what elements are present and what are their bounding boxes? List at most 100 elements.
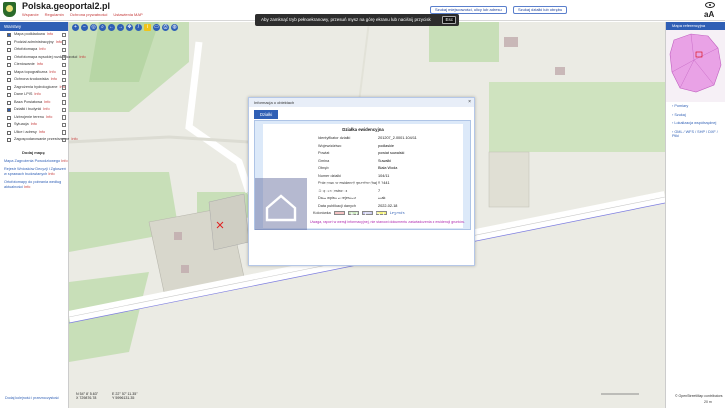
layer-item[interactable]: Mapa podkładowa Info [0, 31, 68, 39]
document-icon[interactable] [62, 92, 66, 97]
layer-checkbox[interactable] [7, 48, 11, 52]
layer-item[interactable]: Zagospodarowanie przestrzenne Info [0, 136, 78, 144]
dialog-title[interactable]: Informacja o obiektach [249, 98, 474, 107]
layer-checkbox[interactable] [7, 93, 11, 97]
info-icon[interactable]: i [144, 24, 151, 31]
pan-icon[interactable]: ✥ [126, 24, 133, 31]
layer-label[interactable]: Uzbrojenie terenu [14, 115, 44, 119]
link-regulamin[interactable]: Regulamin [45, 12, 64, 17]
document-icon[interactable] [62, 107, 66, 112]
layer-label[interactable]: Ortofotomapa wysokiej rozdzielczości [14, 55, 77, 59]
panel-item-label[interactable]: GML / WFS / SHP / DXF / Pliki [672, 130, 718, 139]
print-icon[interactable]: ⎙ [162, 24, 169, 31]
zoom-in-icon[interactable]: + [72, 24, 79, 31]
search-link[interactable]: › Szukaj [666, 111, 725, 120]
layer-checkbox[interactable] [7, 100, 11, 105]
layer-label[interactable]: Dane LPIS [14, 92, 32, 96]
back-icon[interactable]: ← [108, 24, 115, 31]
info-tag[interactable]: Info [39, 47, 45, 51]
document-icon[interactable] [62, 122, 66, 127]
document-icon[interactable] [62, 137, 66, 142]
document-icon[interactable] [62, 47, 66, 52]
document-icon[interactable] [62, 55, 66, 60]
extra-link-label[interactable]: Ortofotomapy do pobrania według aktualno… [4, 180, 61, 189]
extra-link-flood[interactable]: Mapa Zagrożenia Powodziowego Info [0, 159, 68, 164]
layer-label[interactable]: Mapa topograficzna [14, 70, 47, 74]
info-tag[interactable]: Info [39, 130, 45, 134]
info-tag[interactable]: Info [71, 137, 77, 141]
zoom-out-icon[interactable]: − [81, 24, 88, 31]
link-wsparcie[interactable]: Wsparcie [22, 12, 39, 17]
layer-checkbox[interactable] [7, 70, 11, 75]
reference-map-heading[interactable]: Mapa referencyjna [666, 22, 725, 30]
layer-checkbox[interactable] [7, 108, 11, 112]
layer-checkbox[interactable] [7, 33, 11, 37]
layer-item[interactable]: Cieniowanie Info [0, 61, 68, 69]
layer-item[interactable]: Podział administracyjny Info [0, 39, 68, 47]
layers-heading[interactable]: Warstwy [0, 22, 68, 31]
info-tag[interactable]: Info [46, 115, 52, 119]
layer-checkbox[interactable] [7, 85, 11, 90]
close-icon[interactable]: × [468, 99, 471, 105]
layer-label[interactable]: Sytuacja [14, 122, 29, 126]
document-icon[interactable] [62, 62, 66, 67]
layer-item[interactable]: Ulice i adresy Info [0, 129, 68, 137]
info-tag[interactable]: Info [31, 122, 37, 126]
info-tag[interactable]: Info [79, 55, 85, 59]
search-area-icon[interactable]: ⌕ [99, 24, 106, 31]
search-parcel-button[interactable]: Szukaj działki lub obrębu [513, 6, 568, 14]
layer-label[interactable]: Zagrożenia hydrologiczne [14, 85, 57, 89]
layer-checkbox[interactable] [7, 138, 11, 142]
panel-item-label[interactable]: Lokalizacja współrzędnej [674, 121, 716, 125]
layer-item[interactable]: Działki i budynki Info [0, 106, 68, 114]
layer-checkbox[interactable] [7, 55, 11, 60]
layer-label[interactable]: Mapa podkładowa [14, 32, 45, 36]
layer-label[interactable]: Podział administracyjny [14, 40, 54, 44]
reference-map[interactable] [666, 30, 725, 102]
link-privacy[interactable]: Ochrona prywatności [70, 12, 108, 17]
extra-link-label[interactable]: Rejestr Wniosków Decyzji i Zgłoszeń w sp… [4, 167, 66, 176]
layer-item[interactable]: Ortofotomapa wysokiej rozdzielczości Info [0, 54, 86, 62]
font-size-toggle[interactable]: aA [704, 10, 714, 19]
panel-item-label[interactable]: Pomiary [674, 104, 688, 108]
info-tag[interactable]: Info [48, 172, 54, 176]
panel-item-label[interactable]: Szukaj [674, 113, 685, 117]
layer-item[interactable]: Mapa topograficzna Info [0, 69, 68, 77]
document-icon[interactable] [62, 32, 66, 37]
measure-area-icon[interactable]: ▭ [153, 24, 160, 31]
order-transparency-button[interactable]: Dodaj kolejność i przezroczystość [5, 396, 59, 400]
tab-parcels[interactable]: Działki [254, 110, 279, 119]
info-tag[interactable]: Info [51, 77, 57, 81]
layer-label[interactable]: Cieniowanie [14, 62, 35, 66]
link-settings[interactable]: Ustawienia MAP [113, 12, 142, 17]
layer-checkbox[interactable] [7, 78, 11, 82]
layer-label[interactable]: Ulice i adresy [14, 130, 37, 134]
layer-label[interactable]: Ochrona środowiska [14, 77, 49, 81]
layer-checkbox[interactable] [7, 115, 11, 120]
measurements-link[interactable]: › Pomiary [666, 102, 725, 111]
extra-link-register[interactable]: Rejestr Wniosków Decyzji i Zgłoszeń w sp… [0, 167, 68, 176]
info-tag[interactable]: Info [37, 62, 43, 66]
info-tag[interactable]: Info [43, 107, 49, 111]
info-tag[interactable]: Info [34, 92, 40, 96]
layer-checkbox[interactable] [7, 130, 11, 135]
layer-label[interactable]: Działki i budynki [14, 107, 41, 111]
extra-link-orthophoto[interactable]: Ortofotomapy do pobrania według aktualno… [0, 180, 68, 189]
info-tag[interactable]: Info [47, 32, 53, 36]
measure-length-icon[interactable]: / [135, 24, 142, 31]
document-icon[interactable] [62, 70, 66, 75]
document-icon[interactable] [62, 115, 66, 120]
layer-label[interactable]: Ortofotomapa [14, 47, 37, 51]
globe-icon[interactable]: ◍ [171, 24, 178, 31]
document-icon[interactable] [62, 85, 66, 90]
attribution[interactable]: © OpenStreetMap contributors [675, 394, 723, 398]
document-icon[interactable] [62, 77, 66, 82]
extra-link-label[interactable]: Mapa Zagrożenia Powodziowego [4, 159, 60, 163]
layer-item[interactable]: Zagrożenia hydrologiczne Info [0, 84, 68, 92]
forward-icon[interactable]: → [117, 24, 124, 31]
search-address-button[interactable]: Szukaj miejscowości, ulicy lub adresu [430, 6, 507, 14]
layer-checkbox[interactable] [7, 40, 11, 45]
info-tag[interactable]: Info [44, 100, 50, 104]
layer-item[interactable]: Ochrona środowiska Info [0, 76, 68, 84]
zoom-extent-icon[interactable]: ◎ [90, 24, 97, 31]
